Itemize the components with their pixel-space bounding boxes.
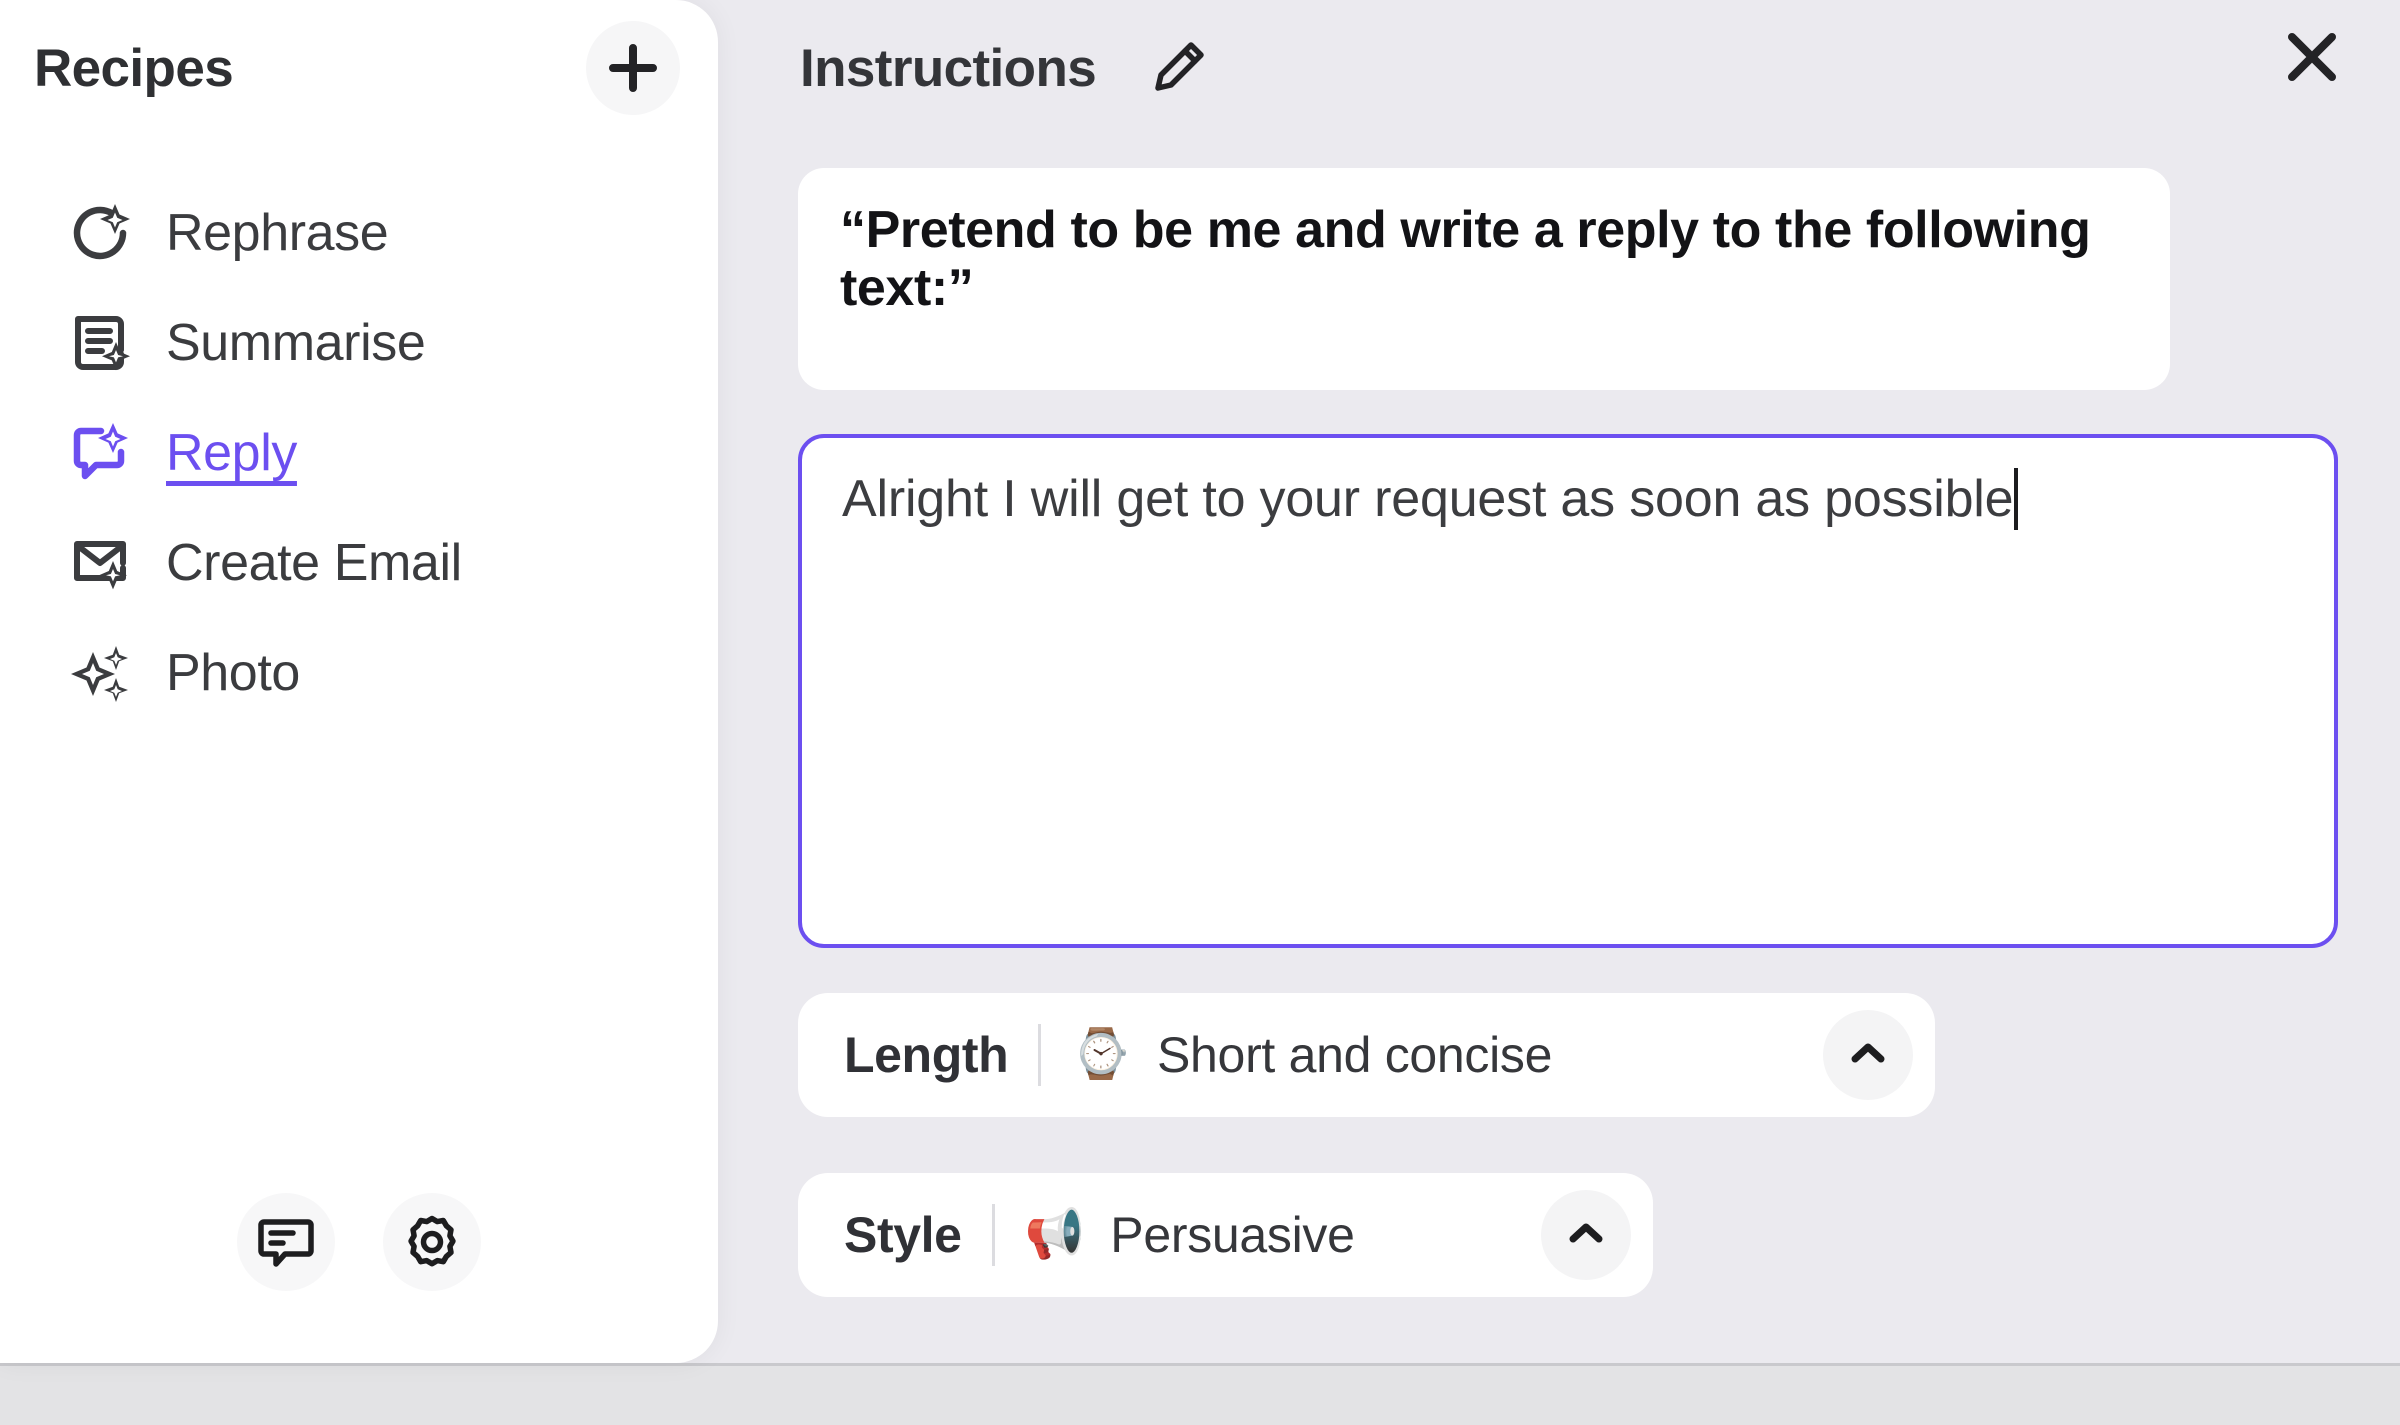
sidebar-item-label: Photo (166, 647, 300, 699)
gear-icon (403, 1213, 461, 1271)
divider (992, 1204, 995, 1266)
sidebar-item-label: Summarise (166, 317, 425, 369)
recipe-list: Rephrase Summarise (0, 178, 718, 728)
sidebar-item-label: Rephrase (166, 207, 388, 259)
instructions-title: Instructions (800, 42, 1096, 95)
text-caret (2014, 468, 2018, 530)
length-label: Length (844, 1026, 1008, 1084)
sidebar-item-reply[interactable]: Reply (0, 398, 718, 508)
rephrase-sparkle-icon (66, 198, 136, 268)
instructions-panel: Instructions “Pretend to be me and write… (718, 0, 2400, 1363)
prompt-card: “Pretend to be me and write a reply to t… (798, 168, 2170, 390)
length-chevron-button[interactable] (1823, 1010, 1913, 1100)
add-recipe-button[interactable] (586, 21, 680, 115)
prompt-text: “Pretend to be me and write a reply to t… (840, 201, 2128, 317)
divider (1038, 1024, 1041, 1086)
pencil-icon (1150, 38, 1208, 99)
watch-emoji: ⌚ (1071, 1031, 1131, 1079)
app-root: Recipes Rephrase (0, 0, 2400, 1425)
page-title: Recipes (34, 42, 233, 95)
instructions-header: Instructions (800, 18, 2318, 118)
sidebar-item-create-email[interactable]: Create Email (0, 508, 718, 618)
edit-instructions-button[interactable] (1140, 29, 1218, 107)
megaphone-emoji: 📢 (1025, 1211, 1085, 1259)
sidebar-item-summarise[interactable]: Summarise (0, 288, 718, 398)
envelope-sparkle-icon (66, 528, 136, 598)
style-chevron-button[interactable] (1541, 1190, 1631, 1280)
reply-input[interactable]: Alright I will get to your request as so… (798, 434, 2338, 948)
feedback-button[interactable] (237, 1193, 335, 1291)
sparkles-icon (66, 638, 136, 708)
reply-input-value: Alright I will get to your request as so… (842, 470, 2013, 528)
style-value: Persuasive (1110, 1206, 1354, 1264)
chat-bubble-sparkle-icon (66, 418, 136, 488)
sidebar-item-rephrase[interactable]: Rephrase (0, 178, 718, 288)
sidebar-item-label: Create Email (166, 537, 462, 589)
recipes-sidebar: Recipes Rephrase (0, 0, 718, 1363)
style-label: Style (844, 1206, 962, 1264)
sidebar-header: Recipes (34, 20, 680, 116)
close-icon (2281, 26, 2343, 91)
document-sparkle-icon (66, 308, 136, 378)
chevron-up-icon (1846, 1032, 1890, 1079)
window-bottom-strip (0, 1363, 2400, 1425)
sidebar-footer (0, 1193, 718, 1291)
close-button[interactable] (2262, 8, 2362, 108)
settings-button[interactable] (383, 1193, 481, 1291)
style-selector[interactable]: Style 📢 Persuasive (798, 1173, 1653, 1297)
length-selector[interactable]: Length ⌚ Short and concise (798, 993, 1935, 1117)
length-value: Short and concise (1157, 1026, 1552, 1084)
plus-icon (607, 42, 659, 94)
sidebar-item-photo[interactable]: Photo (0, 618, 718, 728)
feedback-chat-icon (257, 1213, 315, 1271)
sidebar-item-label: Reply (166, 427, 297, 479)
chevron-up-icon (1564, 1212, 1608, 1259)
